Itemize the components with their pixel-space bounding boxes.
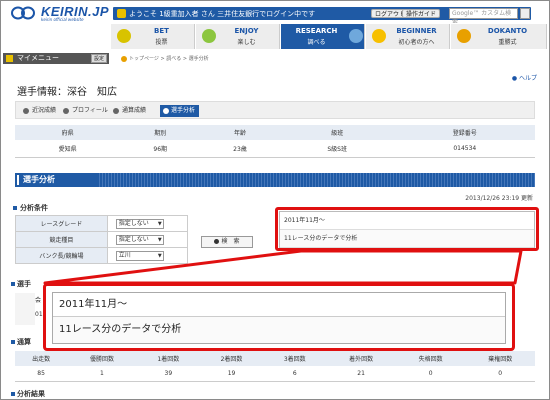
nav-beginner[interactable]: BEGINNER 初心者の方へ xyxy=(366,24,450,49)
section-header: 選手分析 xyxy=(15,173,535,187)
highlight-frame xyxy=(275,207,539,251)
zoom-period: 2011年11月～ xyxy=(53,293,505,317)
third-value: 6 xyxy=(263,366,327,382)
dq-value: 0 xyxy=(395,366,466,382)
logo-subtitle: keirin official website xyxy=(41,17,84,22)
zoom-inner: 2011年11月～ 11レース分のデータで分析 xyxy=(52,292,506,344)
class-value: S級S班 xyxy=(279,140,395,158)
settings-button[interactable]: 設定 xyxy=(90,54,107,63)
withdraw-value: 0 xyxy=(465,366,535,382)
breadcrumb: トップページ > 調べる > 選手分析 xyxy=(121,55,209,62)
bet-icon xyxy=(117,29,131,43)
header-term: 期別 xyxy=(120,125,201,141)
partial-table: 会 01 xyxy=(15,293,43,325)
term-value: 96期 xyxy=(120,140,201,158)
logo-icon xyxy=(11,6,35,20)
page-title: 選手情報：深谷 知広 xyxy=(17,87,117,98)
section-title: 選手分析 xyxy=(23,175,55,184)
main-nav: BET 投票 ENJOY 楽しむ RESEARCH 調べる BEGINNER 初… xyxy=(1,23,549,50)
results-table: 出走数 優勝回数 1着回数 2着回数 3着回数 着外回数 失格回数 棄権回数 8… xyxy=(15,351,535,382)
header-dq: 失格回数 xyxy=(395,351,466,366)
home-icon xyxy=(121,55,127,62)
nav-bet[interactable]: BET 投票 xyxy=(111,24,195,49)
age-value: 23歳 xyxy=(200,140,280,158)
search-button-label: 検 索 xyxy=(221,238,240,245)
tab-profile[interactable]: プロフィール xyxy=(62,105,108,117)
grade-label: レースグレード xyxy=(15,215,108,232)
top-bar: KEIRIN.JP keirin official website ようこそ 1… xyxy=(1,1,549,26)
header-age: 年齢 xyxy=(200,125,280,141)
tab-recent[interactable]: 近況成績 xyxy=(22,105,56,117)
nav-enjoy[interactable]: ENJOY 楽しむ xyxy=(196,24,280,49)
mymenu-bar[interactable]: マイメニュー 設定 xyxy=(3,53,109,64)
event-select[interactable]: 指定しない xyxy=(115,234,164,245)
partial-value: 01 xyxy=(35,311,43,318)
second-value: 19 xyxy=(199,366,264,382)
dokanto-icon xyxy=(457,29,471,43)
nav-research[interactable]: RESEARCH 調べる xyxy=(281,24,365,49)
mymenu-label: マイメニュー xyxy=(17,54,59,62)
total-section-title: 通算 xyxy=(11,337,31,347)
help-link[interactable]: ● ヘルプ xyxy=(512,73,537,82)
first-value: 39 xyxy=(136,366,200,382)
enjoy-icon xyxy=(202,29,216,43)
zoom-races: 11レース分のデータで分析 xyxy=(53,317,505,343)
arrow-icon xyxy=(214,239,220,244)
partial-header: 会 xyxy=(35,297,42,304)
results-section-title: 分析結果 xyxy=(11,389,45,399)
bank-label: バンク長/競輪場 xyxy=(15,247,108,264)
wins-title-value: 1 xyxy=(67,366,137,382)
subtab-bar: 近況成績 プロフィール 通算成績 選手分析 xyxy=(15,101,535,119)
section-stripes xyxy=(97,173,535,187)
research-icon xyxy=(349,29,363,43)
player-section-title: 選手 xyxy=(11,279,31,289)
header-wins-title: 優勝回数 xyxy=(67,351,137,366)
header-class: 級班 xyxy=(279,125,395,141)
nav-dokanto[interactable]: DOKANTO 重勝式 xyxy=(451,24,547,49)
grade-select[interactable]: 指定しない xyxy=(115,218,164,229)
header-withdraw: 棄権回数 xyxy=(465,351,535,366)
search-button[interactable]: 検 索 xyxy=(201,236,253,248)
mymenu-icon xyxy=(6,55,13,62)
welcome-text: ようこそ 1級重加入者 さん 三井住友銀行でログイン中です xyxy=(129,10,316,18)
reg-number-value: 014534 xyxy=(394,140,535,158)
bank-select[interactable]: 立川 xyxy=(115,250,164,261)
search-icon[interactable] xyxy=(520,8,530,19)
tab-analysis[interactable]: 選手分析 xyxy=(160,105,200,117)
beginner-icon xyxy=(372,29,386,43)
page-frame: KEIRIN.JP keirin official website ようこそ 1… xyxy=(0,0,550,400)
header-unplaced: 着外回数 xyxy=(326,351,396,366)
user-icon xyxy=(117,9,126,18)
header-second: 2着回数 xyxy=(199,351,264,366)
event-label: 競走種目 xyxy=(15,231,108,248)
conditions-title: 分析条件 xyxy=(13,203,48,213)
prefecture-value: 愛知県 xyxy=(15,140,121,158)
header-prefecture: 府県 xyxy=(15,125,121,141)
starts-value: 85 xyxy=(15,366,68,382)
zoom-callout: 2011年11月～ 11レース分のデータで分析 xyxy=(43,283,515,351)
guide-button[interactable]: 操作ガイド xyxy=(402,9,441,18)
welcome-bar: ようこそ 1級重加入者 さん 三井住友銀行でログイン中です ログアウト 操作ガイ… xyxy=(113,7,531,26)
tab-total[interactable]: 通算成績 xyxy=(112,105,146,117)
player-info-table: 府県 期別 年齢 級班 登録番号 愛知県 96期 23歳 S級S班 014534 xyxy=(15,125,535,158)
header-reg-number: 登録番号 xyxy=(394,125,535,141)
search-input[interactable]: Google™ カスタム検索 xyxy=(449,8,518,26)
update-time: 2013/12/26 23:19 更新 xyxy=(465,195,533,202)
help-label: ヘルプ xyxy=(518,75,537,82)
unplaced-value: 21 xyxy=(326,366,396,382)
header-first: 1着回数 xyxy=(136,351,200,366)
header-third: 3着回数 xyxy=(263,351,327,366)
header-starts: 出走数 xyxy=(15,351,68,366)
breadcrumb-text[interactable]: トップページ > 調べる > 選手分析 xyxy=(129,56,209,62)
